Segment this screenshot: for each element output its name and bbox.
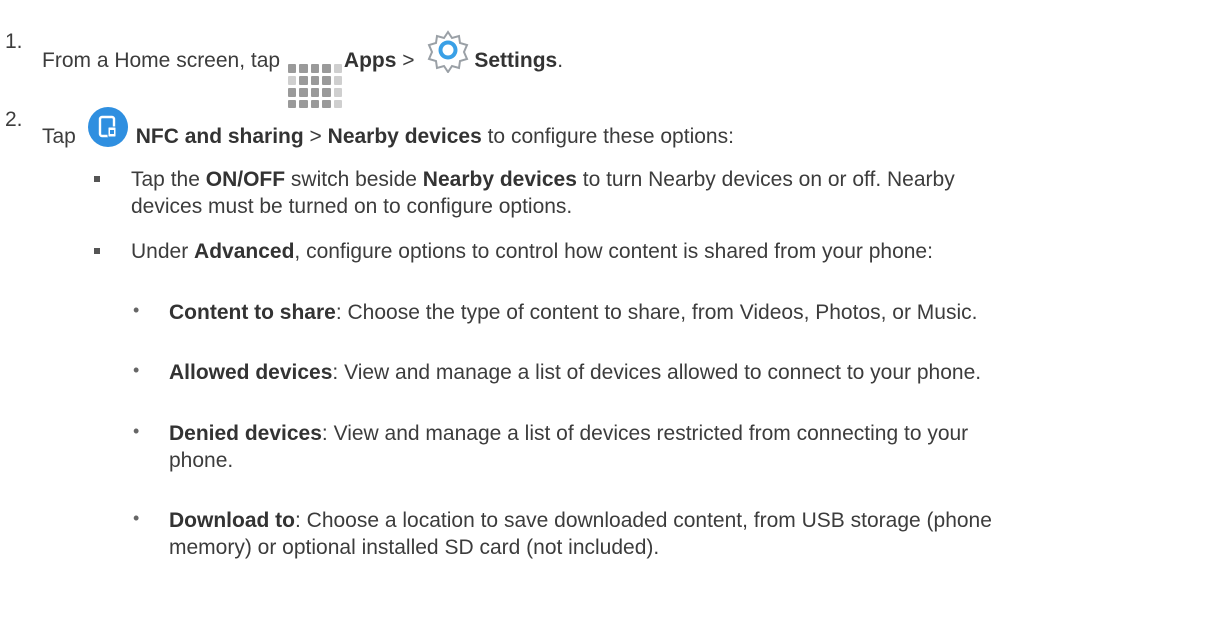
bullet-marker (94, 176, 100, 182)
nfc-label: NFC and sharing (135, 125, 304, 148)
sub-bullet-marker: • (133, 300, 140, 320)
step-1-number: 1. (5, 30, 23, 53)
step-2-number: 2. (5, 108, 23, 131)
apps-grid-icon (287, 64, 342, 109)
step-2-text: Tap NFC and sharing > Nearby devices to … (42, 107, 734, 150)
apps-label: Apps (343, 49, 397, 72)
step-1-text: From a Home screen, tap Apps > Settings. (42, 29, 563, 109)
settings-label: Settings (474, 49, 558, 72)
bullet-1: Tap the ON/OFF switch beside Nearby devi… (131, 168, 955, 218)
settings-gear-icon (426, 29, 470, 74)
nfc-sharing-icon (87, 107, 128, 147)
bullet-2: Under Advanced, configure options to con… (131, 240, 933, 263)
sub-bullet-marker: • (133, 508, 140, 528)
sub-bullet-marker: • (133, 421, 140, 441)
sub-item-content-to-share: Content to share: Choose the type of con… (169, 301, 978, 324)
sub-item-denied-devices: Denied devices: View and manage a list o… (169, 422, 969, 472)
sub-item-download-to: Download to: Choose a location to save d… (169, 509, 992, 559)
sub-bullet-marker: • (133, 360, 140, 380)
sub-item-allowed-devices: Allowed devices: View and manage a list … (169, 361, 982, 384)
bullet-marker (94, 248, 100, 254)
nearby-label: Nearby devices (327, 125, 482, 148)
step-1: 1. (5, 29, 23, 55)
